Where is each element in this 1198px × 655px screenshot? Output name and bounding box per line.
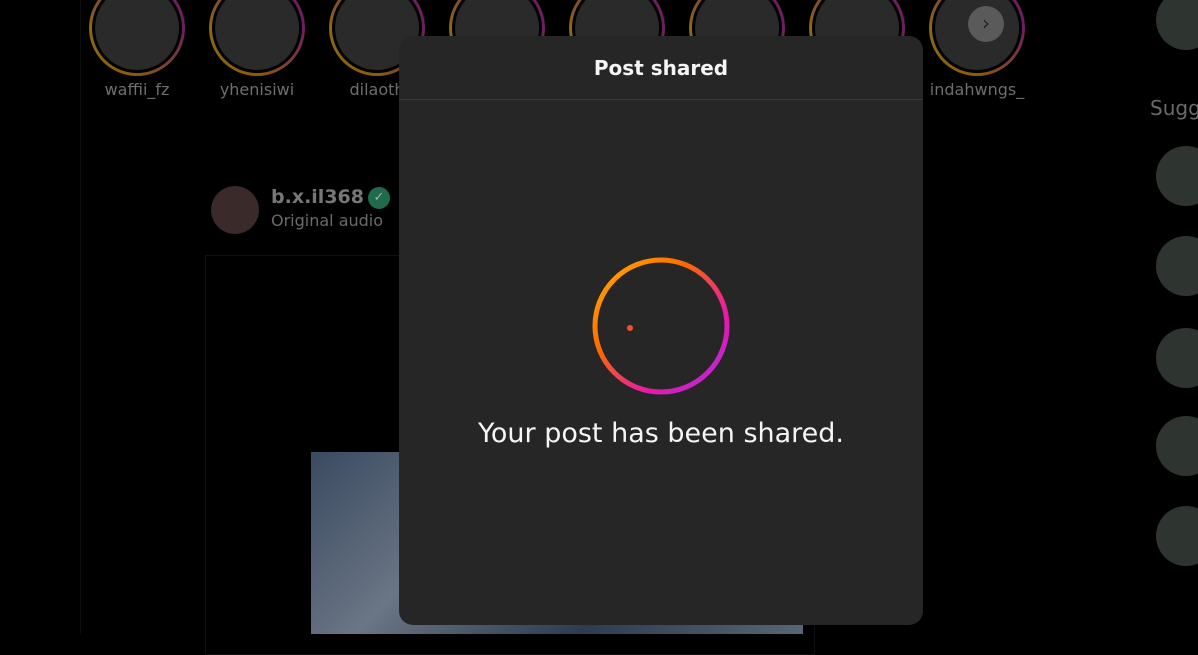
story-username: yhenisiwi bbox=[219, 80, 295, 99]
post-header: b.x.il368 ✓ Original audio bbox=[211, 186, 390, 234]
post-username[interactable]: b.x.il368 bbox=[271, 186, 364, 208]
story-item[interactable]: yhenisiwi bbox=[209, 0, 305, 99]
story-username: waffii_fz bbox=[104, 80, 170, 99]
story-ring bbox=[209, 0, 305, 76]
success-ring-icon bbox=[592, 257, 730, 395]
suggestion-avatar[interactable] bbox=[1156, 0, 1198, 50]
dialog-message: Your post has been shared. bbox=[477, 418, 845, 449]
post-audio[interactable]: Original audio bbox=[271, 211, 390, 230]
suggestion-avatar[interactable] bbox=[1156, 506, 1198, 566]
story-ring bbox=[89, 0, 185, 76]
stories-next-button[interactable]: › bbox=[968, 6, 1004, 42]
post-shared-dialog: Post shared Your post has been shared. bbox=[399, 36, 923, 625]
avatar[interactable] bbox=[211, 186, 259, 234]
story-avatar bbox=[212, 0, 302, 73]
suggestion-avatar[interactable] bbox=[1156, 236, 1198, 296]
suggestion-avatar[interactable] bbox=[1156, 328, 1198, 388]
suggested-heading: Sugg bbox=[1150, 96, 1198, 120]
dialog-title: Post shared bbox=[399, 36, 923, 100]
suggestion-avatar[interactable] bbox=[1156, 416, 1198, 476]
suggestion-avatar[interactable] bbox=[1156, 146, 1198, 206]
story-item[interactable]: waffii_fz bbox=[89, 0, 185, 99]
nav-divider bbox=[80, 0, 81, 634]
story-username: indahwngs_ bbox=[929, 80, 1025, 99]
story-avatar bbox=[92, 0, 182, 73]
verified-icon: ✓ bbox=[367, 187, 390, 209]
